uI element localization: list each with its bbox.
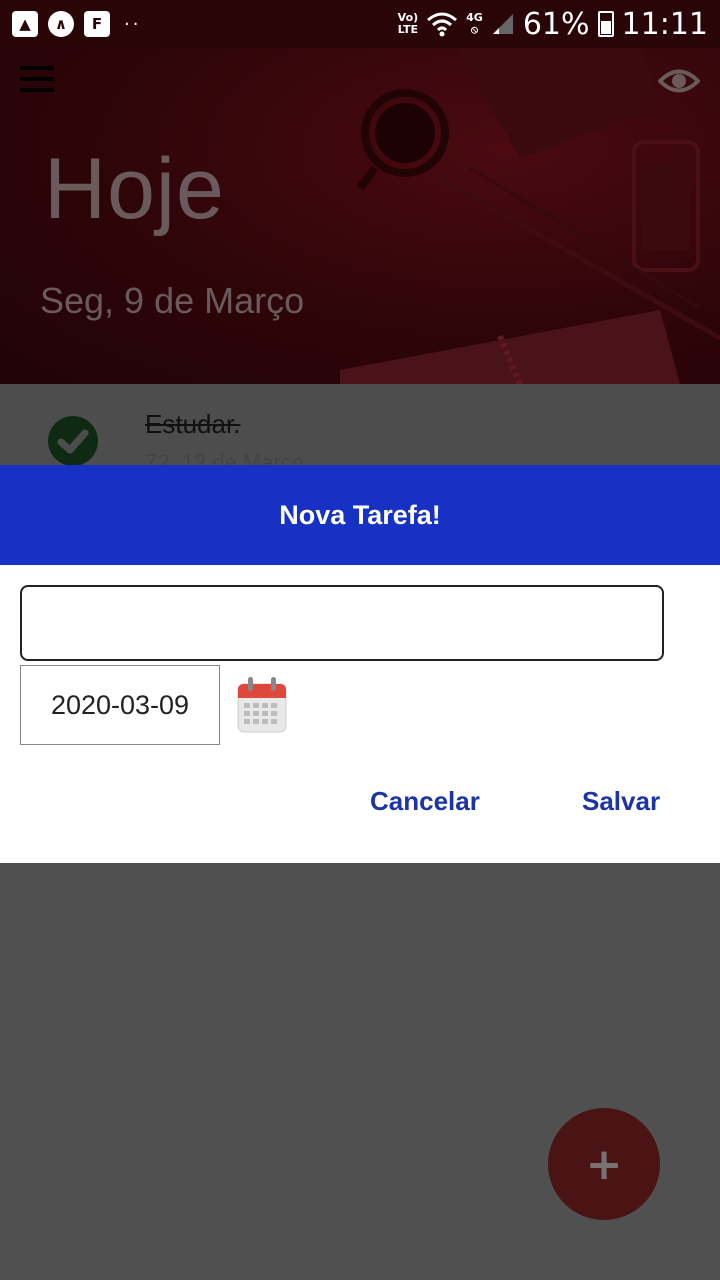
mobile-data-indicator: 4G ⦸ [466,11,483,36]
flipboard-icon: F [84,11,110,37]
page-date: Seg, 9 de Março [40,280,305,321]
check-icon[interactable] [48,416,98,466]
status-right: Vo) LTE 4G ⦸ 61% 11:11 [397,6,708,42]
notification-dots: ·· [124,13,142,35]
plus-icon: + [585,1138,623,1190]
eye-icon[interactable] [658,64,700,98]
calendar-icon[interactable] [236,676,288,734]
battery-icon [597,11,614,37]
dialog-title: Nova Tarefa! [279,499,441,530]
volte-indicator: Vo) LTE [397,11,419,36]
app-icon: ∧ [48,11,74,37]
page-title: Hoje [44,141,225,237]
task-title[interactable]: Estudar. [145,409,240,440]
image-icon: ▲ [12,11,38,37]
signal-icon [492,14,513,34]
hamburger-icon[interactable] [20,66,54,94]
dialog-header: Nova Tarefa! [0,465,720,565]
date-field[interactable]: 2020-03-09 [20,665,220,745]
status-left: ▲ ∧ F ·· [12,10,141,38]
battery-percent: 61% [522,6,590,42]
task-list [0,384,720,466]
status-bar: ▲ ∧ F ·· Vo) LTE 4G ⦸ 61% 11:11 [0,0,720,48]
task-description-input[interactable] [20,585,664,661]
save-button[interactable]: Salvar [582,786,660,817]
add-task-button[interactable]: + [548,1108,660,1220]
cancel-button[interactable]: Cancelar [370,786,480,817]
clock: 11:11 [621,6,708,42]
wifi-icon [427,12,458,37]
